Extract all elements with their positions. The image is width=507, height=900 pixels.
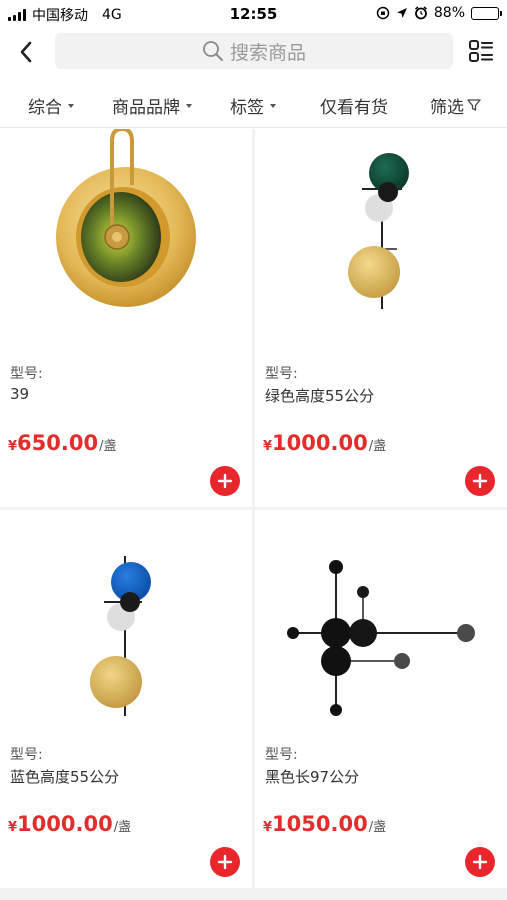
funnel-icon xyxy=(467,99,481,111)
filter-brand[interactable]: 商品品牌 xyxy=(112,82,192,128)
model-label: 型号: xyxy=(10,366,43,382)
model-value: 黑色长97公分 xyxy=(265,768,360,786)
gold-disc-wall-lamp-image xyxy=(56,129,196,307)
rotation-lock-icon xyxy=(376,6,390,20)
price: ¥ 650.00 /盏 xyxy=(8,431,116,455)
filter-label: 仅看有货 xyxy=(320,97,388,118)
currency-symbol: ¥ xyxy=(8,439,18,454)
model-value: 绿色高度55公分 xyxy=(265,387,375,405)
product-card[interactable]: 型号: 39 ¥ 650.00 /盏 xyxy=(0,129,252,507)
product-card[interactable]: 型号: 绿色高度55公分 ¥ 1000.00 /盏 xyxy=(255,129,507,507)
add-to-cart-button[interactable] xyxy=(210,466,240,496)
filter-tags[interactable]: 标签 xyxy=(230,82,276,128)
filter-sort-comprehensive[interactable]: 综合 xyxy=(28,82,74,128)
plus-icon xyxy=(472,473,488,489)
layout-toggle-button[interactable] xyxy=(466,38,496,66)
currency-symbol: ¥ xyxy=(263,439,273,454)
price-value: 1000.00 xyxy=(17,812,113,836)
location-arrow-icon xyxy=(396,8,407,18)
add-to-cart-button[interactable] xyxy=(465,466,495,496)
search-placeholder: 搜索商品 xyxy=(229,41,306,64)
filter-label: 筛选 xyxy=(430,97,464,118)
nav-bar: 搜索商品 xyxy=(0,30,507,74)
currency-symbol: ¥ xyxy=(263,820,273,835)
price: ¥ 1000.00 /盏 xyxy=(263,431,386,455)
green-ball-wall-lamp-image xyxy=(348,153,409,309)
caret-down-icon xyxy=(186,104,192,108)
filter-label: 商品品牌 xyxy=(112,97,180,118)
model-label: 型号: xyxy=(265,366,298,382)
filter-label: 标签 xyxy=(230,97,264,118)
plus-icon xyxy=(472,854,488,870)
blue-ball-wall-lamp-image xyxy=(90,556,151,716)
product-card[interactable]: 型号: 蓝色高度55公分 ¥ 1000.00 /盏 xyxy=(0,510,252,888)
model-value: 39 xyxy=(10,385,30,403)
caret-down-icon xyxy=(270,104,276,108)
price-value: 650.00 xyxy=(17,431,99,455)
filter-in-stock-only[interactable]: 仅看有货 xyxy=(320,82,388,128)
status-bar: 中国移动 4G 12:55 88% xyxy=(0,0,507,28)
filter-label: 综合 xyxy=(28,97,62,118)
currency-symbol: ¥ xyxy=(8,820,18,835)
filter-bar: 综合 商品品牌 标签 仅看有货 筛选 xyxy=(0,82,507,128)
add-to-cart-button[interactable] xyxy=(465,847,495,877)
product-card[interactable]: 型号: 黑色长97公分 ¥ 1050.00 /盏 xyxy=(255,510,507,888)
price: ¥ 1050.00 /盏 xyxy=(263,812,386,836)
price-unit: /盏 xyxy=(368,820,387,835)
price-value: 1000.00 xyxy=(272,431,368,455)
battery-icon xyxy=(471,6,502,20)
add-to-cart-button[interactable] xyxy=(210,847,240,877)
alarm-icon xyxy=(414,6,427,20)
price: ¥ 1000.00 /盏 xyxy=(8,812,131,836)
model-label: 型号: xyxy=(265,747,298,763)
chevron-left-icon xyxy=(20,41,32,63)
filter-screen[interactable]: 筛选 xyxy=(430,82,481,128)
price-unit: /盏 xyxy=(99,439,117,454)
product-grid: 型号: 39 ¥ 650.00 /盏 型号: 绿色高度55公分 ¥ 1000.0… xyxy=(0,129,507,900)
plus-icon xyxy=(217,473,233,489)
black-branch-wall-lamp-image xyxy=(287,560,475,716)
price-value: 1050.00 xyxy=(272,812,368,836)
model-label: 型号: xyxy=(10,747,43,763)
battery-percent: 88% xyxy=(433,5,465,21)
search-icon xyxy=(203,41,223,61)
status-right: 88% xyxy=(376,5,502,21)
price-unit: /盏 xyxy=(368,439,387,454)
back-button[interactable] xyxy=(10,36,42,68)
price-unit: /盏 xyxy=(113,820,132,835)
caret-down-icon xyxy=(68,104,74,108)
search-input[interactable]: 搜索商品 xyxy=(55,33,453,69)
plus-icon xyxy=(217,854,233,870)
model-value: 蓝色高度55公分 xyxy=(10,768,120,786)
grid-list-toggle-icon xyxy=(469,40,493,62)
